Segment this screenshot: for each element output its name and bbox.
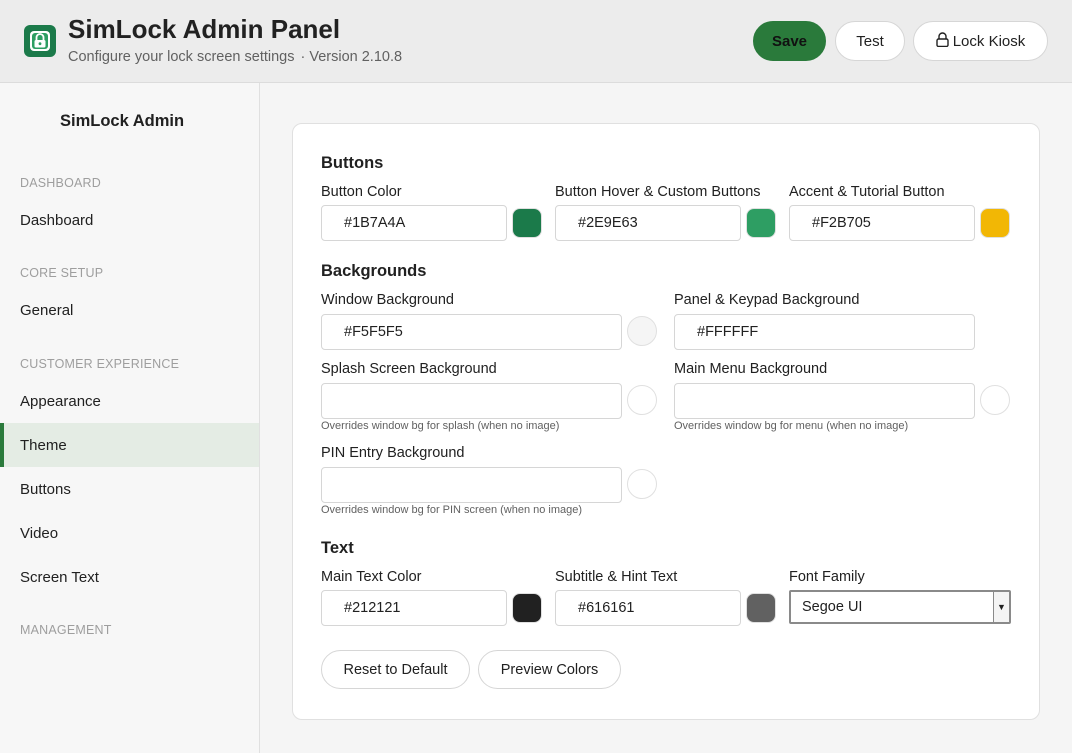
sidebar-title: SimLock Admin xyxy=(60,112,185,130)
font-family-value: Segoe UI xyxy=(802,599,863,615)
lock-logo-icon xyxy=(30,31,50,51)
splash-bg-swatch[interactable] xyxy=(627,385,657,415)
sidebar-section-management: MANAGEMENT xyxy=(20,623,112,637)
accent-color-label: Accent & Tutorial Button xyxy=(789,184,945,200)
version-text: · Version 2.10.8 xyxy=(300,49,403,65)
sidebar-item-general[interactable]: General xyxy=(0,288,259,332)
main-text-swatch[interactable] xyxy=(512,593,542,623)
sidebar-item-buttons[interactable]: Buttons xyxy=(0,467,259,511)
accent-color-input[interactable] xyxy=(789,205,975,241)
sidebar: SimLock Admin DASHBOARD Dashboard CORE S… xyxy=(0,83,260,753)
sidebar-item-appearance[interactable]: Appearance xyxy=(0,379,259,423)
accent-color-swatch[interactable] xyxy=(980,208,1010,238)
subtitle-text-label: Subtitle & Hint Text xyxy=(555,569,678,585)
menu-bg-hint: Overrides window bg for menu (when no im… xyxy=(674,420,909,432)
button-color-input[interactable] xyxy=(321,205,507,241)
chevron-down-icon[interactable]: ▼ xyxy=(993,592,1009,622)
pin-bg-input[interactable] xyxy=(321,467,622,503)
button-hover-swatch[interactable] xyxy=(746,208,776,238)
lock-kiosk-label: Lock Kiosk xyxy=(952,32,1026,50)
menu-bg-input[interactable] xyxy=(674,383,975,419)
pin-bg-swatch[interactable] xyxy=(627,469,657,499)
window-bg-input[interactable] xyxy=(321,314,622,350)
subtitle-text-swatch[interactable] xyxy=(746,593,776,623)
subtitle-text-input[interactable] xyxy=(555,590,741,626)
app-subtitle: Configure your lock screen settings · Ver… xyxy=(68,49,402,65)
sidebar-section-dashboard: DASHBOARD xyxy=(20,176,101,190)
sidebar-section-customer-experience: CUSTOMER EXPERIENCE xyxy=(20,357,180,371)
button-hover-input[interactable] xyxy=(555,205,741,241)
menu-bg-label: Main Menu Background xyxy=(674,361,828,377)
reset-to-default-button[interactable]: Reset to Default xyxy=(321,650,470,689)
window-bg-label: Window Background xyxy=(321,292,454,308)
app-header: SimLock Admin Panel Configure your lock … xyxy=(0,0,1072,83)
pin-bg-label: PIN Entry Background xyxy=(321,445,465,461)
font-family-select[interactable]: Segoe UI ▼ xyxy=(789,590,1011,624)
preview-colors-button[interactable]: Preview Colors xyxy=(478,650,621,689)
button-color-label: Button Color xyxy=(321,184,402,200)
sidebar-item-video[interactable]: Video xyxy=(0,511,259,555)
app-logo xyxy=(24,25,56,57)
test-button[interactable]: Test xyxy=(835,21,905,61)
subtitle-text: Configure your lock screen settings xyxy=(68,49,295,65)
save-button[interactable]: Save xyxy=(753,21,826,61)
button-hover-label: Button Hover & Custom Buttons xyxy=(555,184,761,200)
pin-bg-hint: Overrides window bg for PIN screen (when… xyxy=(321,504,583,516)
sidebar-item-dashboard[interactable]: Dashboard xyxy=(0,198,259,242)
main-text-input[interactable] xyxy=(321,590,507,626)
sidebar-item-screen-text[interactable]: Screen Text xyxy=(0,555,259,599)
main-text-label: Main Text Color xyxy=(321,569,422,585)
panel-bg-input[interactable] xyxy=(674,314,975,350)
window-bg-swatch[interactable] xyxy=(627,316,657,346)
splash-bg-label: Splash Screen Background xyxy=(321,361,497,377)
lock-icon xyxy=(936,31,949,51)
app-title: SimLock Admin Panel xyxy=(68,14,341,44)
text-section-heading: Text xyxy=(321,539,354,557)
sidebar-section-core-setup: CORE SETUP xyxy=(20,266,104,280)
splash-bg-input[interactable] xyxy=(321,383,622,419)
button-color-swatch[interactable] xyxy=(512,208,542,238)
font-family-label: Font Family xyxy=(789,569,865,585)
sidebar-item-theme[interactable]: Theme xyxy=(0,423,259,467)
buttons-section-heading: Buttons xyxy=(321,154,384,172)
backgrounds-section-heading: Backgrounds xyxy=(321,262,427,280)
menu-bg-swatch[interactable] xyxy=(980,385,1010,415)
lock-kiosk-button[interactable]: Lock Kiosk xyxy=(913,21,1048,61)
theme-settings-card: Buttons Button Color Button Hover & Cust… xyxy=(292,123,1040,720)
panel-bg-label: Panel & Keypad Background xyxy=(674,292,860,308)
splash-bg-hint: Overrides window bg for splash (when no … xyxy=(321,420,560,432)
